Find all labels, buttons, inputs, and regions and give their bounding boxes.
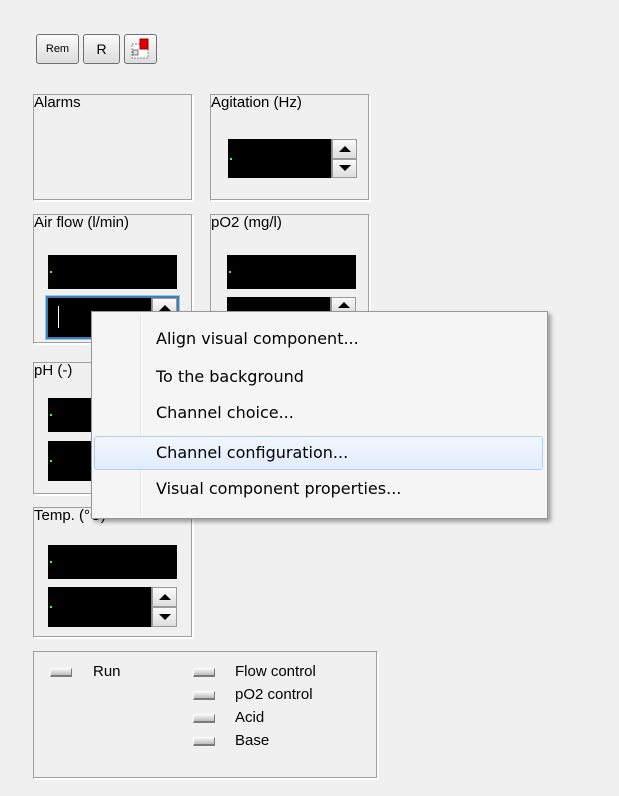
export-button[interactable]: [124, 34, 157, 64]
context-menu: Align visual component... To the backgro…: [91, 311, 548, 519]
ph-title: pH (-): [34, 362, 73, 379]
acid-label: Acid: [235, 709, 265, 726]
rem-button-label: Rem: [45, 43, 70, 55]
menu-item-channel-choice[interactable]: Channel choice...: [94, 396, 543, 430]
flow-control-led: [193, 668, 215, 677]
agitation-title: Agitation (Hz): [211, 94, 302, 111]
menu-item-to-the-background[interactable]: To the background: [94, 360, 543, 394]
temp-spinbox-cursor: [50, 606, 52, 608]
run-label: Run: [93, 663, 121, 680]
po2-display-cursor: [229, 271, 231, 273]
down-arrow-icon: [338, 165, 351, 172]
airflow-text-cursor: [58, 306, 59, 328]
alarms-group: Alarms: [33, 94, 193, 201]
agitation-down-button[interactable]: [332, 158, 357, 178]
acid-led: [193, 714, 215, 723]
menu-item-label: To the background: [156, 367, 304, 386]
po2-control-led: [193, 691, 215, 700]
po2-display: [227, 255, 356, 289]
alarms-title: Alarms: [34, 94, 81, 111]
po2-title: pO2 (mg/l): [211, 214, 282, 231]
menu-item-label: Visual component properties...: [156, 479, 402, 498]
menu-item-label: Align visual component...: [156, 329, 359, 348]
temp-display-cursor: [50, 561, 52, 563]
up-arrow-icon: [158, 594, 171, 600]
menu-item-label: Channel configuration...: [156, 443, 349, 462]
agitation-cursor: [230, 157, 232, 160]
up-arrow-icon: [337, 302, 350, 308]
agitation-up-button[interactable]: [332, 139, 357, 159]
po2-control-label: pO2 control: [235, 686, 313, 703]
r-button[interactable]: R: [83, 34, 120, 64]
base-label: Base: [235, 732, 270, 749]
temp-down-button[interactable]: [152, 607, 177, 627]
airflow-display: [48, 255, 177, 289]
temp-up-button[interactable]: [152, 587, 177, 607]
airflow-title: Air flow (l/min): [34, 214, 130, 231]
temp-display: [48, 545, 177, 579]
menu-item-visual-component-properties[interactable]: Visual component properties...: [94, 472, 543, 506]
base-led: [193, 737, 215, 746]
airflow-display-cursor: [50, 271, 52, 273]
temp-spinner[interactable]: [151, 587, 177, 627]
rem-button[interactable]: Rem: [36, 34, 79, 64]
run-led: [50, 668, 72, 677]
ph-spinbox-cursor: [50, 460, 52, 462]
agitation-spinbox[interactable]: [228, 139, 357, 178]
export-icon: [131, 38, 148, 59]
menu-item-align-visual-component[interactable]: Align visual component...: [94, 322, 543, 356]
menu-item-channel-configuration[interactable]: Channel configuration...: [94, 436, 543, 470]
ph-display-cursor: [50, 414, 52, 416]
menu-item-label: Channel choice...: [156, 403, 294, 422]
temp-spinbox[interactable]: [48, 587, 177, 627]
up-arrow-icon: [158, 304, 171, 311]
r-button-label: R: [96, 41, 107, 57]
down-arrow-icon: [158, 614, 171, 620]
flow-control-label: Flow control: [235, 663, 316, 680]
agitation-spinner[interactable]: [331, 139, 357, 178]
up-arrow-icon: [338, 145, 351, 152]
